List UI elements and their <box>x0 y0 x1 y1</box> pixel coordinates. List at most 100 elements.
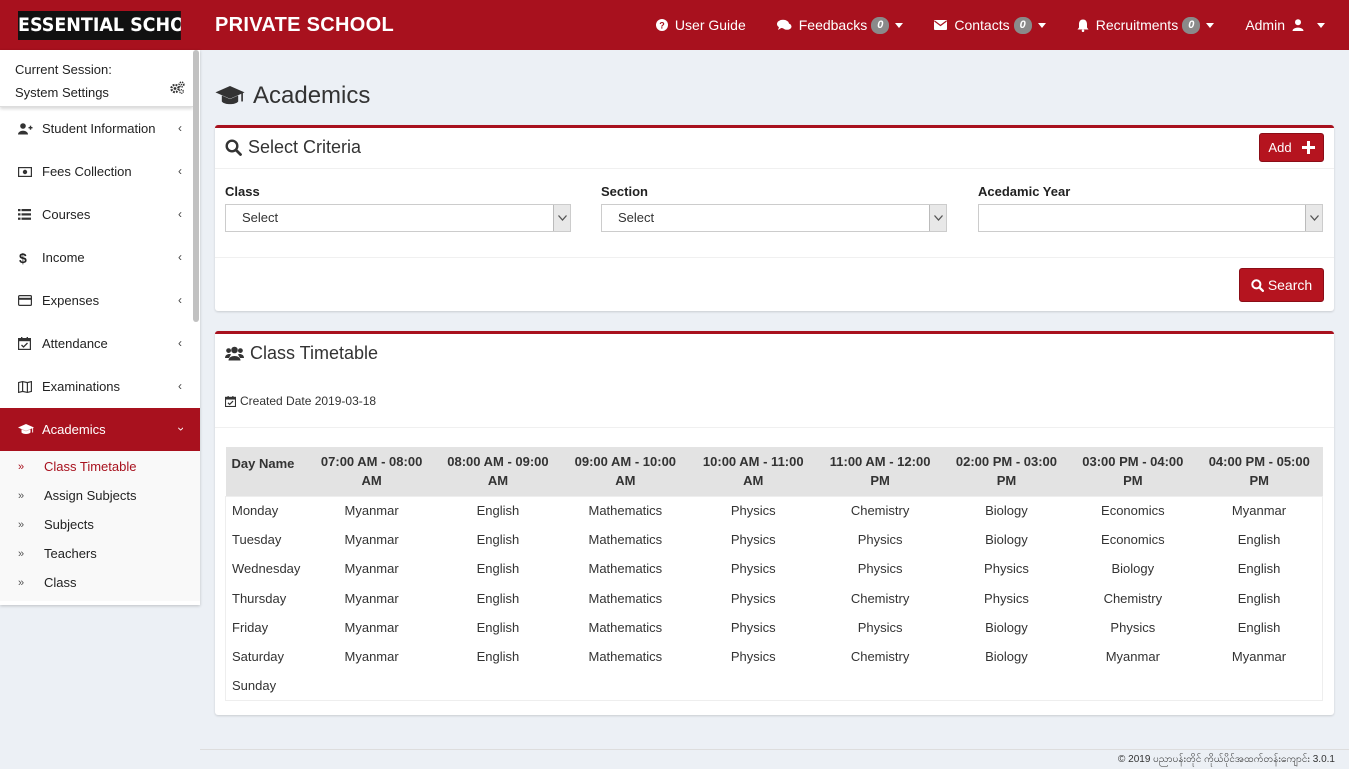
submenu-item-subjects[interactable]: » Subjects <box>0 510 200 539</box>
table-cell: Chemistry <box>850 590 910 606</box>
timetable-table: Day Name 07:00 AM - 08:00 AM 08:00 AM - … <box>225 447 1323 701</box>
sidebar-item-label: Student Information <box>42 121 156 136</box>
sidebar-item-examinations[interactable]: Examinations ‹ <box>0 365 200 408</box>
chevron-left-icon: ‹ <box>178 293 182 307</box>
footer: © 2019 ပညာပန်းတိုင် ကိုယ်ပိုင်အထက်တန်းကျ… <box>200 749 1349 769</box>
table-cell: English <box>1237 561 1281 577</box>
contacts-menu[interactable]: Contacts 0 <box>934 16 1046 34</box>
angle-double-right-icon: » <box>18 460 25 473</box>
table-cell: Biology <box>1111 561 1155 577</box>
column-header: 11:00 AM - 12:00 PM <box>816 447 944 496</box>
table-cell: Tuesday <box>232 532 282 548</box>
submenu-item-assign-subjects[interactable]: » Assign Subjects <box>0 481 200 510</box>
admin-label: Admin <box>1245 17 1285 33</box>
table-cell <box>690 671 817 700</box>
search-icon <box>225 139 242 156</box>
sidebar-item-fees-collection[interactable]: Fees Collection ‹ <box>0 150 200 193</box>
table-row: Wednesday Myanmar English Mathematics Physic… <box>226 554 1323 583</box>
add-button-label: Add <box>1268 140 1292 155</box>
user-guide-link[interactable]: ? User Guide <box>655 17 746 33</box>
graduation-cap-icon <box>215 86 245 105</box>
table-cell: Physics <box>984 590 1029 606</box>
sidebar-item-student-information[interactable]: Student Information ‹ <box>0 107 200 150</box>
table-cell: Mathematics <box>588 590 663 606</box>
table-cell: Biology <box>985 619 1028 635</box>
table-cell: Myanmar <box>344 503 399 519</box>
table-cell: English <box>1237 532 1281 548</box>
page-title-text: Academics <box>253 82 371 109</box>
logo[interactable]: ESSENTIAL SCHOOL <box>18 11 181 40</box>
chevron-left-icon: ‹ <box>178 250 182 264</box>
angle-double-right-icon: » <box>18 576 25 589</box>
select-criteria-panel: Select Criteria Add Class Select Section… <box>215 125 1334 311</box>
section-select[interactable]: Select <box>601 204 947 232</box>
caret-down-icon <box>1317 22 1325 28</box>
table-cell: Friday <box>232 619 269 635</box>
user-icon <box>1292 19 1304 31</box>
angle-double-right-icon: » <box>18 489 25 502</box>
table-cell: Myanmar <box>1231 503 1287 519</box>
sidebar-item-expenses[interactable]: Expenses ‹ <box>0 279 200 322</box>
admin-menu[interactable]: Admin <box>1245 17 1325 33</box>
add-button[interactable]: Add <box>1259 133 1324 162</box>
recruitments-label: Recruitments <box>1095 17 1179 33</box>
academic-year-select[interactable] <box>978 204 1323 232</box>
table-cell: English <box>476 649 520 665</box>
submenu-item-class-timetable[interactable]: » Class Timetable <box>0 452 200 481</box>
created-date-text: Created Date 2019-03-18 <box>240 394 377 408</box>
submenu-item-label: Subjects <box>44 517 94 532</box>
table-cell: Physics <box>1110 619 1156 635</box>
submenu-item-class[interactable]: » Class <box>0 568 200 597</box>
user-guide-label: User Guide <box>674 17 746 33</box>
table-cell <box>308 671 434 700</box>
table-cell: Myanmar <box>344 590 399 606</box>
angle-double-right-icon: » <box>18 547 25 560</box>
sidebar-item-label: Courses <box>42 207 91 222</box>
class-select[interactable]: Select <box>225 204 571 232</box>
calendar-check-icon <box>225 395 236 407</box>
sidebar-item-academics[interactable]: Academics ‹ <box>0 408 200 451</box>
sidebar-item-courses[interactable]: Courses ‹ <box>0 193 200 236</box>
system-settings-link[interactable]: System Settings <box>15 85 109 100</box>
table-cell: Myanmar <box>1231 649 1287 665</box>
sidebar-menu: Student Information ‹ Fees Collection ‹ … <box>0 107 200 601</box>
divider <box>215 168 1334 169</box>
footer-text: © 2019 ပညာပန်းတိုင် ကိုယ်ပိုင်အထက်တန်းကျ… <box>1118 754 1335 765</box>
cogs-icon[interactable] <box>170 81 185 94</box>
table-cell: Saturday <box>232 649 285 665</box>
table-row: Friday Myanmar English Mathematics Physics Ph… <box>226 613 1323 642</box>
recruitments-menu[interactable]: Recruitments 0 <box>1077 16 1215 34</box>
caret-down-icon <box>1037 22 1046 28</box>
chevron-left-icon: ‹ <box>178 164 182 178</box>
sidebar-item-attendance[interactable]: Attendance ‹ <box>0 322 200 365</box>
submenu-item-teachers[interactable]: » Teachers <box>0 539 200 568</box>
table-cell: Physics <box>730 590 776 606</box>
sidebar-item-label: Fees Collection <box>42 164 132 179</box>
table-cell: English <box>476 532 520 548</box>
table-cell: Mathematics <box>588 561 663 577</box>
chevron-left-icon: ‹ <box>178 336 182 350</box>
sidebar-item-label: Income <box>42 250 85 265</box>
class-timetable-heading: Class Timetable <box>225 343 378 364</box>
feedbacks-menu[interactable]: Feedbacks 0 <box>776 16 904 34</box>
search-button[interactable]: Search <box>1239 268 1324 302</box>
table-cell: Physics <box>730 561 776 577</box>
envelope-icon <box>934 20 948 30</box>
contacts-count-badge: 0 <box>1013 16 1032 34</box>
top-nav: ? User Guide Feedbacks 0 Contacts 0 Recr… <box>625 0 1325 50</box>
user-plus-icon <box>18 122 33 134</box>
sidebar-item-label: Academics <box>42 422 106 437</box>
current-session-label: Current Session: <box>15 62 112 77</box>
column-header: 10:00 AM - 11:00 AM <box>689 447 817 496</box>
money-icon <box>18 166 32 177</box>
contacts-label: Contacts <box>954 17 1010 33</box>
divider <box>215 427 1334 428</box>
list-icon <box>18 209 31 220</box>
table-cell: Biology <box>985 503 1028 519</box>
table-row: Monday Myanmar English Mathematics Physics Ch… <box>226 496 1323 525</box>
submenu-item-label: Assign Subjects <box>44 488 137 503</box>
sidebar-item-income[interactable]: $ Income ‹ <box>0 236 200 279</box>
table-cell: Myanmar <box>344 649 399 665</box>
table-cell: Mathematics <box>588 619 663 635</box>
submenu-item-label: Teachers <box>44 546 97 561</box>
